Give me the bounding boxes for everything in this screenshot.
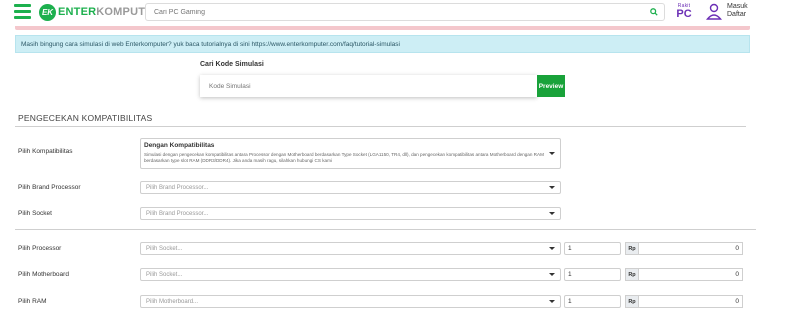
label-ram: Pilih RAM: [18, 298, 47, 305]
logo-badge-text: EK: [41, 7, 54, 17]
socket-placeholder: Pilih Brand Processor...: [146, 210, 209, 217]
kompatibilitas-option-title: Dengan Kompatibilitas: [144, 142, 215, 149]
kompatibilitas-option-desc: Simulasi dengan pengecekan kompatibilita…: [144, 152, 544, 163]
daftar-link[interactable]: Daftar: [727, 11, 748, 19]
chevron-down-icon: [549, 300, 555, 303]
section-title: PENGECEKAN KOMPATIBILITAS: [18, 113, 153, 123]
processor-price: 0: [639, 242, 743, 255]
brand-processor-select[interactable]: Pilih Brand Processor...: [140, 181, 561, 194]
ram-qty-input[interactable]: 1: [564, 295, 621, 308]
label-brand-processor: Pilih Brand Processor: [18, 184, 81, 191]
motherboard-price: 0: [639, 268, 743, 281]
site-logo[interactable]: EK ENTERKOMPUTER: [39, 3, 161, 21]
rows-divider: [15, 229, 756, 230]
motherboard-qty-input[interactable]: 1: [564, 268, 621, 281]
search-icon[interactable]: [650, 8, 658, 16]
processor-qty-input[interactable]: 1: [564, 242, 621, 255]
kode-simulasi-field[interactable]: [200, 75, 537, 97]
kode-simulasi-input[interactable]: [209, 82, 509, 90]
rakit-pc-button[interactable]: Rakit PC: [674, 3, 694, 21]
processor-select[interactable]: Pilih Socket...: [140, 242, 561, 255]
label-motherboard: Pilih Motherboard: [18, 271, 69, 278]
section-divider: [15, 126, 746, 127]
chevron-down-icon: [549, 247, 555, 250]
masuk-link[interactable]: Masuk: [727, 3, 748, 11]
chevron-down-icon: [549, 152, 555, 155]
info-banner: Masih bingung cara simulasi di web Enter…: [15, 35, 750, 53]
alert-strip: [15, 26, 750, 30]
search-input[interactable]: [154, 8, 634, 16]
hamburger-menu-icon[interactable]: [14, 4, 31, 19]
logo-text-enter: ENTER: [58, 6, 97, 18]
ram-currency: Rp: [625, 295, 639, 308]
chevron-down-icon: [549, 273, 555, 276]
logo-badge-icon: EK: [39, 3, 56, 21]
kode-simulasi-title: Cari Kode Simulasi: [200, 61, 264, 68]
motherboard-select[interactable]: Pilih Socket...: [140, 268, 561, 281]
user-icon[interactable]: [706, 3, 722, 20]
label-socket: Pilih Socket: [18, 210, 52, 217]
motherboard-placeholder: Pilih Socket...: [146, 271, 183, 278]
socket-select[interactable]: Pilih Brand Processor...: [140, 207, 561, 220]
auth-links[interactable]: Masuk Daftar: [727, 3, 748, 19]
top-header: EK ENTERKOMPUTER Rakit PC Masuk Daftar: [0, 0, 800, 24]
processor-currency: Rp: [625, 242, 639, 255]
ram-price: 0: [639, 295, 743, 308]
preview-button[interactable]: Preview: [537, 75, 565, 97]
pc-label: PC: [676, 8, 692, 20]
label-kompatibilitas: Pilih Kompatibilitas: [18, 148, 73, 155]
kompatibilitas-select[interactable]: Dengan Kompatibilitas Simulasi dengan pe…: [140, 138, 561, 169]
ram-placeholder: Pilih Motherboard...: [146, 298, 199, 305]
motherboard-currency: Rp: [625, 268, 639, 281]
ram-select[interactable]: Pilih Motherboard...: [140, 295, 561, 308]
chevron-down-icon: [549, 212, 555, 215]
label-processor: Pilih Processor: [18, 245, 62, 252]
processor-placeholder: Pilih Socket...: [146, 245, 183, 252]
chevron-down-icon: [549, 186, 555, 189]
brand-processor-placeholder: Pilih Brand Processor...: [146, 184, 209, 191]
search-bar[interactable]: [145, 3, 665, 21]
